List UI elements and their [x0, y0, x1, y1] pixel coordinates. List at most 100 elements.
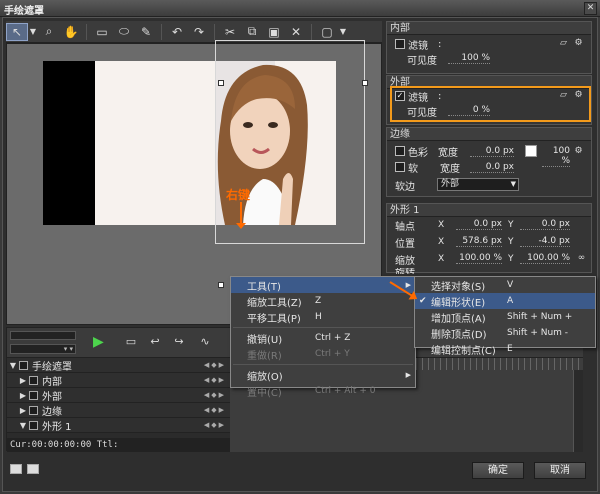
ellipse-icon[interactable]: ⬭ [113, 23, 135, 41]
settings-icon[interactable]: ⚙ [573, 90, 584, 100]
menu-item-zoom[interactable]: 缩放(O) ▶ [231, 367, 415, 383]
outer-filter-checkbox[interactable]: ✓ [395, 91, 405, 101]
inner-visibility-label: 可见度 [407, 55, 437, 67]
settings-icon[interactable]: ⚙ [573, 146, 584, 156]
timeline-zoom-dropdown[interactable]: ▾ ▾ [10, 344, 76, 354]
edge-color-checkbox[interactable] [395, 146, 405, 156]
soft-edge-value: 外部 [441, 179, 460, 189]
play-button[interactable]: ▶ [93, 334, 109, 350]
submenu-item-edit-control[interactable]: 编辑控制点(C) E [415, 341, 595, 357]
menu-item-label: 平移工具(P) [247, 313, 301, 325]
graph-icon[interactable]: ∿ [197, 335, 213, 349]
pointer-icon[interactable]: ↖ [6, 22, 28, 41]
track-row[interactable]: ▼ 外形 1 ◀◆▶ [7, 418, 230, 433]
keyframe-nav-icon[interactable]: ◀◆▶ [204, 361, 226, 369]
collapse-icon[interactable]: ▼ [7, 361, 19, 370]
mask-handle[interactable] [218, 282, 224, 288]
folder-icon[interactable]: ▱ [558, 38, 569, 48]
keyframe-nav-icon[interactable]: ◀◆▶ [204, 406, 226, 414]
folder-icon[interactable]: ▱ [558, 90, 569, 100]
edge-color-width[interactable]: 0.0 px [470, 146, 514, 157]
keyframe-icon[interactable]: ▭ [123, 335, 139, 349]
pen-icon[interactable]: ✎ [135, 23, 157, 41]
keyframe-nav-icon[interactable]: ◀◆▶ [204, 421, 226, 429]
preview-toggle-icon[interactable] [27, 464, 39, 474]
position-label: 位置 [395, 238, 415, 250]
expand-icon[interactable]: ▶ [17, 406, 29, 415]
vertical-scrollbar[interactable] [573, 370, 583, 452]
mask-selection-frame[interactable] [215, 40, 365, 244]
settings-icon[interactable]: ⚙ [573, 38, 584, 48]
inner-filter-row: 滤镜 : [395, 37, 441, 52]
paste-icon[interactable]: ▣ [263, 23, 285, 41]
edge-color-pct[interactable]: 100 % [542, 146, 570, 167]
submenu-item-select[interactable]: 选择对象(S) V [415, 277, 595, 293]
submenu-item-add-vertex[interactable]: 增加顶点(A) Shift + Num + [415, 309, 595, 325]
view-icon[interactable]: ▢ [316, 23, 338, 41]
position-x-value[interactable]: 578.6 px [456, 236, 502, 247]
redo-icon[interactable]: ↷ [188, 23, 210, 41]
zoom-icon[interactable]: ⌕ [38, 23, 60, 41]
outer-filter-colon: : [438, 90, 442, 102]
edge-soft-width[interactable]: 0.0 px [470, 162, 514, 173]
soft-edge-dropdown[interactable]: 外部 ▼ [437, 178, 519, 191]
menu-item-undo[interactable]: 撤销(U) Ctrl + Z [231, 330, 415, 346]
mask-handle[interactable] [218, 80, 224, 86]
axis-y-value[interactable]: 0.0 px [520, 219, 570, 230]
track-row[interactable]: ▼ 手绘遮罩 ◀◆▶ [7, 358, 230, 373]
dropdown-arrow-icon[interactable]: ▼ [28, 23, 38, 41]
expand-icon[interactable]: ▶ [17, 376, 29, 385]
track-checkbox[interactable] [19, 360, 28, 370]
inner-filter-checkbox[interactable] [395, 39, 405, 49]
cut-icon[interactable]: ✂ [219, 23, 241, 41]
track-checkbox[interactable] [29, 375, 38, 385]
track-checkbox[interactable] [29, 420, 38, 430]
track-checkbox[interactable] [29, 390, 38, 400]
link-icon[interactable]: ∞ [576, 253, 587, 263]
inner-visibility-value[interactable]: 100 % [448, 53, 490, 64]
cancel-button[interactable]: 取消 [534, 462, 586, 479]
menu-item-tools[interactable]: 工具(T) ▶ [231, 277, 415, 293]
black-mask-region [43, 61, 95, 225]
ok-button[interactable]: 确定 [472, 462, 524, 479]
expand-icon[interactable]: ▶ [17, 391, 29, 400]
close-button[interactable]: ✕ [584, 2, 597, 15]
track-row[interactable]: ▶ 边缘 ◀◆▶ [7, 403, 230, 418]
zoom-slider[interactable] [10, 331, 76, 340]
undo-icon[interactable]: ↶ [166, 23, 188, 41]
delete-icon[interactable]: ✕ [285, 23, 307, 41]
keyframe-nav-icon[interactable]: ◀◆▶ [204, 376, 226, 384]
position-y-value[interactable]: -4.0 px [520, 236, 570, 247]
hand-icon[interactable]: ✋ [60, 23, 82, 41]
loop-forward-icon[interactable]: ↪ [171, 335, 187, 349]
edge-color-swatch[interactable] [525, 145, 537, 157]
submenu-item-edit-shape[interactable]: ✔ 编辑形状(E) A [415, 293, 595, 309]
toolbar-separator [311, 23, 312, 40]
track-checkbox[interactable] [29, 405, 38, 415]
scale-y-value[interactable]: 100.00 % [520, 253, 570, 264]
track-row[interactable]: ▶ 外部 ◀◆▶ [7, 388, 230, 403]
track-row[interactable]: ▶ 内部 ◀◆▶ [7, 373, 230, 388]
edge-soft-checkbox[interactable] [395, 162, 405, 172]
axis-x-value[interactable]: 0.0 px [456, 219, 502, 230]
view-dropdown-icon[interactable]: ▼ [338, 23, 348, 41]
scale-x-value[interactable]: 100.00 % [456, 253, 502, 264]
mask-handle[interactable] [362, 80, 368, 86]
collapse-icon[interactable]: ▼ [17, 421, 29, 430]
track-label: 外部 [42, 391, 62, 403]
submenu-item-label: 选择对象(S) [431, 281, 486, 293]
loop-back-icon[interactable]: ↩ [147, 335, 163, 349]
menu-item-shortcut: Ctrl + Z [315, 333, 351, 343]
keyframe-nav-icon[interactable]: ◀◆▶ [204, 391, 226, 399]
outer-visibility-value[interactable]: 0 % [448, 105, 490, 116]
menu-item-zoom-tool[interactable]: 缩放工具(Z) Z [231, 293, 415, 309]
window-title: 手绘遮罩 [4, 6, 44, 17]
submenu-item-delete-vertex[interactable]: 删除顶点(D) Shift + Num - [415, 325, 595, 341]
submenu-item-label: 增加顶点(A) [431, 313, 486, 325]
layout-icon[interactable] [10, 464, 22, 474]
menu-item-pan-tool[interactable]: 平移工具(P) H [231, 309, 415, 325]
copy-icon[interactable]: ⧉ [241, 23, 263, 41]
rectangle-icon[interactable]: ▭ [91, 23, 113, 41]
menu-item-shortcut: Z [315, 296, 322, 306]
submenu-item-shortcut: V [507, 280, 514, 290]
